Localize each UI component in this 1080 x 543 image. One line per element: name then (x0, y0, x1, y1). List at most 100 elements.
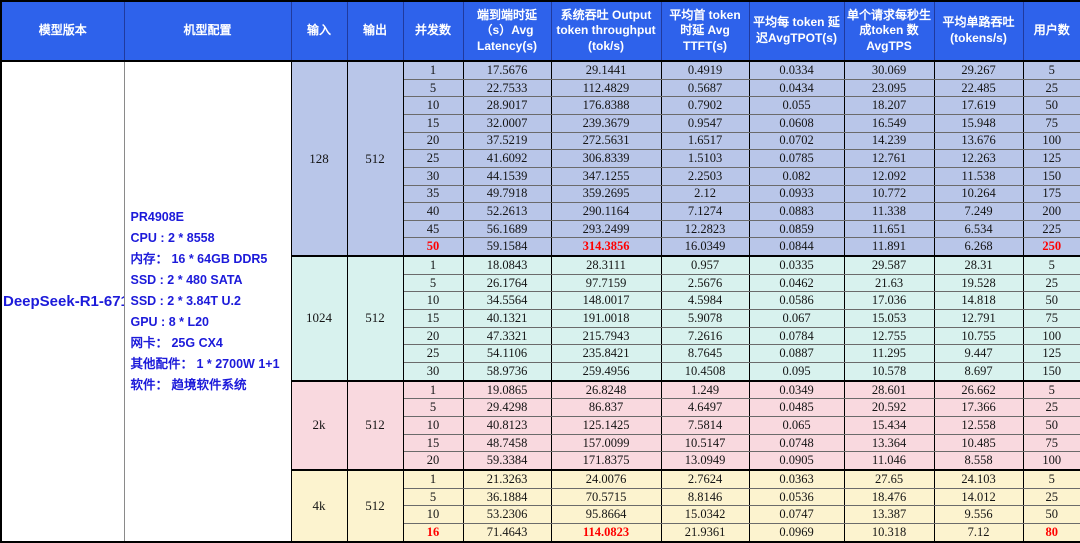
cell-avg-tps: 12.761 (844, 150, 934, 168)
cell-per-route-throughput: 7.249 (934, 203, 1023, 221)
cell-avg-ttft: 12.2823 (661, 220, 749, 238)
cell-concurrency: 5 (403, 488, 463, 506)
cell-avg-latency: 29.4298 (463, 399, 551, 417)
config-line: SSD : 2 * 3.84T U.2 (131, 291, 285, 312)
cell-per-route-throughput: 12.791 (934, 310, 1023, 328)
cell-avg-tpot: 0.067 (749, 310, 844, 328)
cell-avg-tps: 29.587 (844, 256, 934, 274)
cell-avg-latency: 28.9017 (463, 97, 551, 115)
cell-avg-tps: 18.207 (844, 97, 934, 115)
cell-avg-tps: 15.053 (844, 310, 934, 328)
cell-output-throughput: 272.5631 (551, 132, 661, 150)
model-version-cell: DeepSeek-R1-671B (1, 61, 124, 542)
cell-avg-latency: 47.3321 (463, 327, 551, 345)
cell-avg-tps: 10.578 (844, 363, 934, 381)
cell-user-count: 200 (1023, 203, 1080, 221)
cell-output-throughput: 29.1441 (551, 61, 661, 79)
cell-per-route-throughput: 10.485 (934, 434, 1023, 452)
col-header-input: 输入 (291, 1, 347, 61)
cell-output-throughput: 24.0076 (551, 470, 661, 488)
cell-avg-tpot: 0.0747 (749, 506, 844, 524)
benchmark-page: 模型版本 机型配置 输入 输出 并发数 端到端时延（s）Avg Latency(… (0, 0, 1080, 543)
cell-avg-ttft: 8.7645 (661, 345, 749, 363)
cell-user-count: 75 (1023, 114, 1080, 132)
cell-avg-tps: 20.592 (844, 399, 934, 417)
cell-avg-ttft: 7.5814 (661, 417, 749, 435)
cell-per-route-throughput: 28.31 (934, 256, 1023, 274)
cell-per-route-throughput: 9.556 (934, 506, 1023, 524)
cell-avg-tpot: 0.0536 (749, 488, 844, 506)
config-line: 内存： 16 * 64GB DDR5 (131, 249, 285, 270)
cell-avg-tps: 11.295 (844, 345, 934, 363)
cell-avg-ttft: 0.7902 (661, 97, 749, 115)
cell-per-route-throughput: 11.538 (934, 167, 1023, 185)
cell-avg-latency: 44.1539 (463, 167, 551, 185)
cell-per-route-throughput: 15.948 (934, 114, 1023, 132)
cell-user-count: 125 (1023, 345, 1080, 363)
cell-output-throughput: 114.0823 (551, 523, 661, 542)
cell-avg-latency: 59.1584 (463, 238, 551, 256)
cell-avg-ttft: 2.2503 (661, 167, 749, 185)
cell-user-count: 50 (1023, 417, 1080, 435)
cell-avg-tpot: 0.0887 (749, 345, 844, 363)
cell-avg-latency: 41.6092 (463, 150, 551, 168)
output-size-cell: 512 (347, 256, 403, 381)
cell-concurrency: 5 (403, 399, 463, 417)
benchmark-table: 模型版本 机型配置 输入 输出 并发数 端到端时延（s）Avg Latency(… (0, 0, 1080, 543)
config-line: 网卡： 25G CX4 (131, 333, 285, 354)
cell-avg-tpot: 0.0334 (749, 61, 844, 79)
table-header: 模型版本 机型配置 输入 输出 并发数 端到端时延（s）Avg Latency(… (1, 1, 1080, 61)
cell-user-count: 150 (1023, 167, 1080, 185)
cell-avg-tps: 23.095 (844, 79, 934, 97)
cell-output-throughput: 359.2695 (551, 185, 661, 203)
cell-avg-tpot: 0.0969 (749, 523, 844, 542)
config-line: 其他配件： 1 * 2700W 1+1 (131, 354, 285, 375)
cell-output-throughput: 95.8664 (551, 506, 661, 524)
cell-concurrency: 1 (403, 256, 463, 274)
cell-user-count: 100 (1023, 452, 1080, 470)
cell-avg-tpot: 0.0434 (749, 79, 844, 97)
cell-concurrency: 1 (403, 61, 463, 79)
cell-avg-tps: 11.338 (844, 203, 934, 221)
table-row: DeepSeek-R1-671BPR4908ECPU : 2 * 8558内存：… (1, 61, 1080, 79)
cell-per-route-throughput: 12.263 (934, 150, 1023, 168)
cell-avg-tpot: 0.082 (749, 167, 844, 185)
cell-concurrency: 25 (403, 150, 463, 168)
cell-avg-latency: 58.9736 (463, 363, 551, 381)
col-header-output: 输出 (347, 1, 403, 61)
cell-concurrency: 30 (403, 363, 463, 381)
cell-concurrency: 16 (403, 523, 463, 542)
cell-concurrency: 15 (403, 434, 463, 452)
cell-concurrency: 15 (403, 114, 463, 132)
col-header-avg-tpot: 平均每 token 延迟AvgTPOT(s) (749, 1, 844, 61)
cell-output-throughput: 125.1425 (551, 417, 661, 435)
col-header-user-count: 用户数 (1023, 1, 1080, 61)
config-line: CPU : 2 * 8558 (131, 228, 285, 249)
cell-output-throughput: 347.1255 (551, 167, 661, 185)
cell-avg-latency: 54.1106 (463, 345, 551, 363)
cell-avg-tpot: 0.0608 (749, 114, 844, 132)
cell-user-count: 50 (1023, 506, 1080, 524)
cell-per-route-throughput: 8.697 (934, 363, 1023, 381)
cell-concurrency: 5 (403, 274, 463, 292)
cell-avg-latency: 37.5219 (463, 132, 551, 150)
cell-avg-tpot: 0.0335 (749, 256, 844, 274)
cell-user-count: 5 (1023, 256, 1080, 274)
cell-per-route-throughput: 29.267 (934, 61, 1023, 79)
output-size-cell: 512 (347, 470, 403, 542)
cell-avg-tps: 10.318 (844, 523, 934, 542)
cell-user-count: 75 (1023, 434, 1080, 452)
cell-avg-tpot: 0.0748 (749, 434, 844, 452)
cell-avg-latency: 19.0865 (463, 381, 551, 399)
cell-avg-tps: 28.601 (844, 381, 934, 399)
cell-avg-ttft: 21.9361 (661, 523, 749, 542)
cell-avg-latency: 40.1321 (463, 310, 551, 328)
cell-avg-tpot: 0.055 (749, 97, 844, 115)
cell-output-throughput: 112.4829 (551, 79, 661, 97)
cell-per-route-throughput: 7.12 (934, 523, 1023, 542)
cell-avg-tpot: 0.0883 (749, 203, 844, 221)
cell-concurrency: 15 (403, 310, 463, 328)
cell-user-count: 5 (1023, 470, 1080, 488)
input-size-cell: 2k (291, 381, 347, 470)
input-size-cell: 1024 (291, 256, 347, 381)
